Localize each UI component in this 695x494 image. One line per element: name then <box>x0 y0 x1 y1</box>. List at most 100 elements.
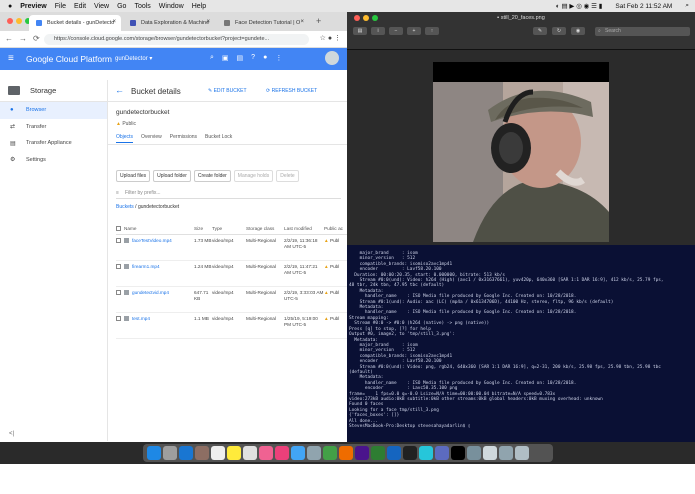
new-tab-button[interactable]: + <box>316 16 321 26</box>
launchpad-icon[interactable] <box>163 446 177 460</box>
row-checkbox[interactable] <box>116 263 121 269</box>
search-icon[interactable]: ⌕ <box>685 2 689 10</box>
info-icon[interactable]: i <box>371 27 385 35</box>
tab-face-detection[interactable]: Face Detection Tutorial | O × <box>217 15 309 31</box>
tab-objects[interactable]: Objects <box>116 134 133 143</box>
upload-files-button[interactable]: Upload files <box>116 170 151 182</box>
sidebar-item-settings[interactable]: ⚙ Settings <box>0 152 107 169</box>
system-preferences-icon[interactable] <box>307 446 321 460</box>
tab-bucket-details[interactable]: Bucket details - gunDetecto × <box>29 15 121 31</box>
delete-button[interactable]: Delete <box>276 170 299 182</box>
row-checkbox[interactable] <box>116 237 121 243</box>
cloud-shell-icon[interactable]: ▤ <box>237 54 244 62</box>
create-folder-button[interactable]: Create folder <box>193 170 231 182</box>
menu-tools[interactable]: Tools <box>134 3 150 10</box>
firefox-icon[interactable] <box>339 446 353 460</box>
menu-edit[interactable]: Edit <box>74 3 86 10</box>
chrome-icon[interactable] <box>323 446 337 460</box>
contacts-icon[interactable] <box>195 446 209 460</box>
notes-icon[interactable] <box>227 446 241 460</box>
itunes-icon[interactable] <box>275 446 289 460</box>
hamburger-menu-icon[interactable]: ≡ <box>8 53 14 64</box>
back-arrow-icon[interactable]: ← <box>115 85 124 95</box>
zoom-in-icon[interactable]: + <box>407 27 421 35</box>
object-name-link[interactable]: gundetectvid.mp4 <box>124 286 194 313</box>
menu-window[interactable]: Window <box>159 3 184 10</box>
tab-bucket-lock[interactable]: Bucket Lock <box>205 134 232 143</box>
preview-icon[interactable] <box>467 446 481 460</box>
menu-view[interactable]: View <box>94 3 109 10</box>
gcp-brand[interactable]: Google Cloud Platform <box>26 54 112 64</box>
finder-icon[interactable] <box>147 446 161 460</box>
github-icon[interactable] <box>403 446 417 460</box>
tab-overview[interactable]: Overview <box>141 134 162 143</box>
zoom-out-icon[interactable]: − <box>389 27 403 35</box>
apple-menu-icon[interactable]: ● <box>8 3 12 10</box>
extensions-icon[interactable]: ☆ ● ⋮ <box>320 34 341 42</box>
object-name-link[interactable]: faceTestVideo.mp4 <box>124 234 194 261</box>
photos-icon[interactable] <box>259 446 273 460</box>
close-window-icon[interactable] <box>7 18 13 24</box>
search-input[interactable]: ⌕ Search <box>595 27 690 36</box>
column-type[interactable]: Type <box>212 224 246 235</box>
menu-go[interactable]: Go <box>117 3 126 10</box>
messages-icon[interactable] <box>419 446 433 460</box>
menubar-clock[interactable]: Sat Feb 2 11:52 AM <box>615 3 672 10</box>
forward-icon[interactable]: → <box>19 34 27 43</box>
xcode-icon[interactable] <box>435 446 449 460</box>
filter-input[interactable]: ≡ Filter by prefix... <box>116 188 341 199</box>
reload-icon[interactable]: ⟳ <box>33 34 40 43</box>
refresh-bucket-button[interactable]: ⟳ REFRESH BUCKET <box>266 88 317 94</box>
manage-holds-button[interactable]: Manage holds <box>233 170 274 182</box>
vscode-icon[interactable] <box>387 446 401 460</box>
downloads-icon[interactable] <box>499 446 513 460</box>
app-store-icon[interactable] <box>291 446 305 460</box>
more-icon[interactable]: ⋮ <box>275 54 282 62</box>
close-tab-icon[interactable]: × <box>300 19 304 25</box>
markup-icon[interactable]: ✎ <box>533 27 547 35</box>
search-icon[interactable]: ⌕ <box>210 54 214 62</box>
object-name-link[interactable]: test.mp4 <box>124 312 194 339</box>
close-tab-icon[interactable]: × <box>112 19 116 25</box>
select-all-checkbox[interactable] <box>116 226 121 232</box>
notifications-icon[interactable]: ● <box>263 54 267 62</box>
tab-permissions[interactable]: Permissions <box>170 134 197 143</box>
sidebar-item-browser[interactable]: ● Browser <box>0 102 107 119</box>
close-tab-icon[interactable]: × <box>206 19 210 25</box>
help-icon[interactable]: ? <box>251 54 255 62</box>
calendar-icon[interactable] <box>211 446 225 460</box>
breadcrumb-buckets-link[interactable]: Buckets <box>116 204 134 210</box>
tab-data-exploration[interactable]: Data Exploration & Machine × <box>123 15 215 31</box>
spotify-icon[interactable] <box>371 446 385 460</box>
terminal-icon[interactable] <box>451 446 465 460</box>
column-last-modified[interactable]: Last modified <box>284 224 324 235</box>
menu-file[interactable]: File <box>55 3 66 10</box>
project-selector[interactable]: gunDetector ▾ <box>115 55 152 62</box>
collapse-sidebar-icon[interactable]: <| <box>9 431 14 437</box>
terminal-output[interactable]: major_brand : isom minor_version : 512 c… <box>347 245 695 442</box>
menu-app-name[interactable]: Preview <box>20 3 46 10</box>
rotate-icon[interactable]: ↻ <box>552 27 566 35</box>
minimize-window-icon[interactable] <box>16 18 22 24</box>
status-icons[interactable]: ◐ ▤ ▶ ◎ ◉ ☰ ▮ <box>556 2 603 10</box>
edit-bucket-button[interactable]: ✎ EDIT BUCKET <box>208 88 247 94</box>
reminders-icon[interactable] <box>243 446 257 460</box>
share-icon[interactable]: ↑ <box>425 27 439 35</box>
trash-icon[interactable] <box>515 446 529 460</box>
annotate-icon[interactable]: ◉ <box>571 27 585 35</box>
avatar[interactable] <box>325 51 339 65</box>
sidebar-item-transfer[interactable]: ⇄ Transfer <box>0 119 107 136</box>
column-public-access[interactable]: Public ac <box>324 224 347 235</box>
row-checkbox[interactable] <box>116 315 121 321</box>
safari-icon[interactable] <box>179 446 193 460</box>
object-name-link[interactable]: firearm1.mp4 <box>124 260 194 287</box>
back-icon[interactable]: ← <box>5 34 13 43</box>
premiere-icon[interactable] <box>355 446 369 460</box>
sidebar-toggle-icon[interactable]: ▤ <box>353 27 367 35</box>
documents-icon[interactable] <box>483 446 497 460</box>
column-storage-class[interactable]: Storage class <box>246 224 284 235</box>
menu-help[interactable]: Help <box>192 3 206 10</box>
gift-icon[interactable]: ▣ <box>222 54 229 62</box>
upload-folder-button[interactable]: Upload folder <box>153 170 191 182</box>
row-checkbox[interactable] <box>116 289 121 295</box>
